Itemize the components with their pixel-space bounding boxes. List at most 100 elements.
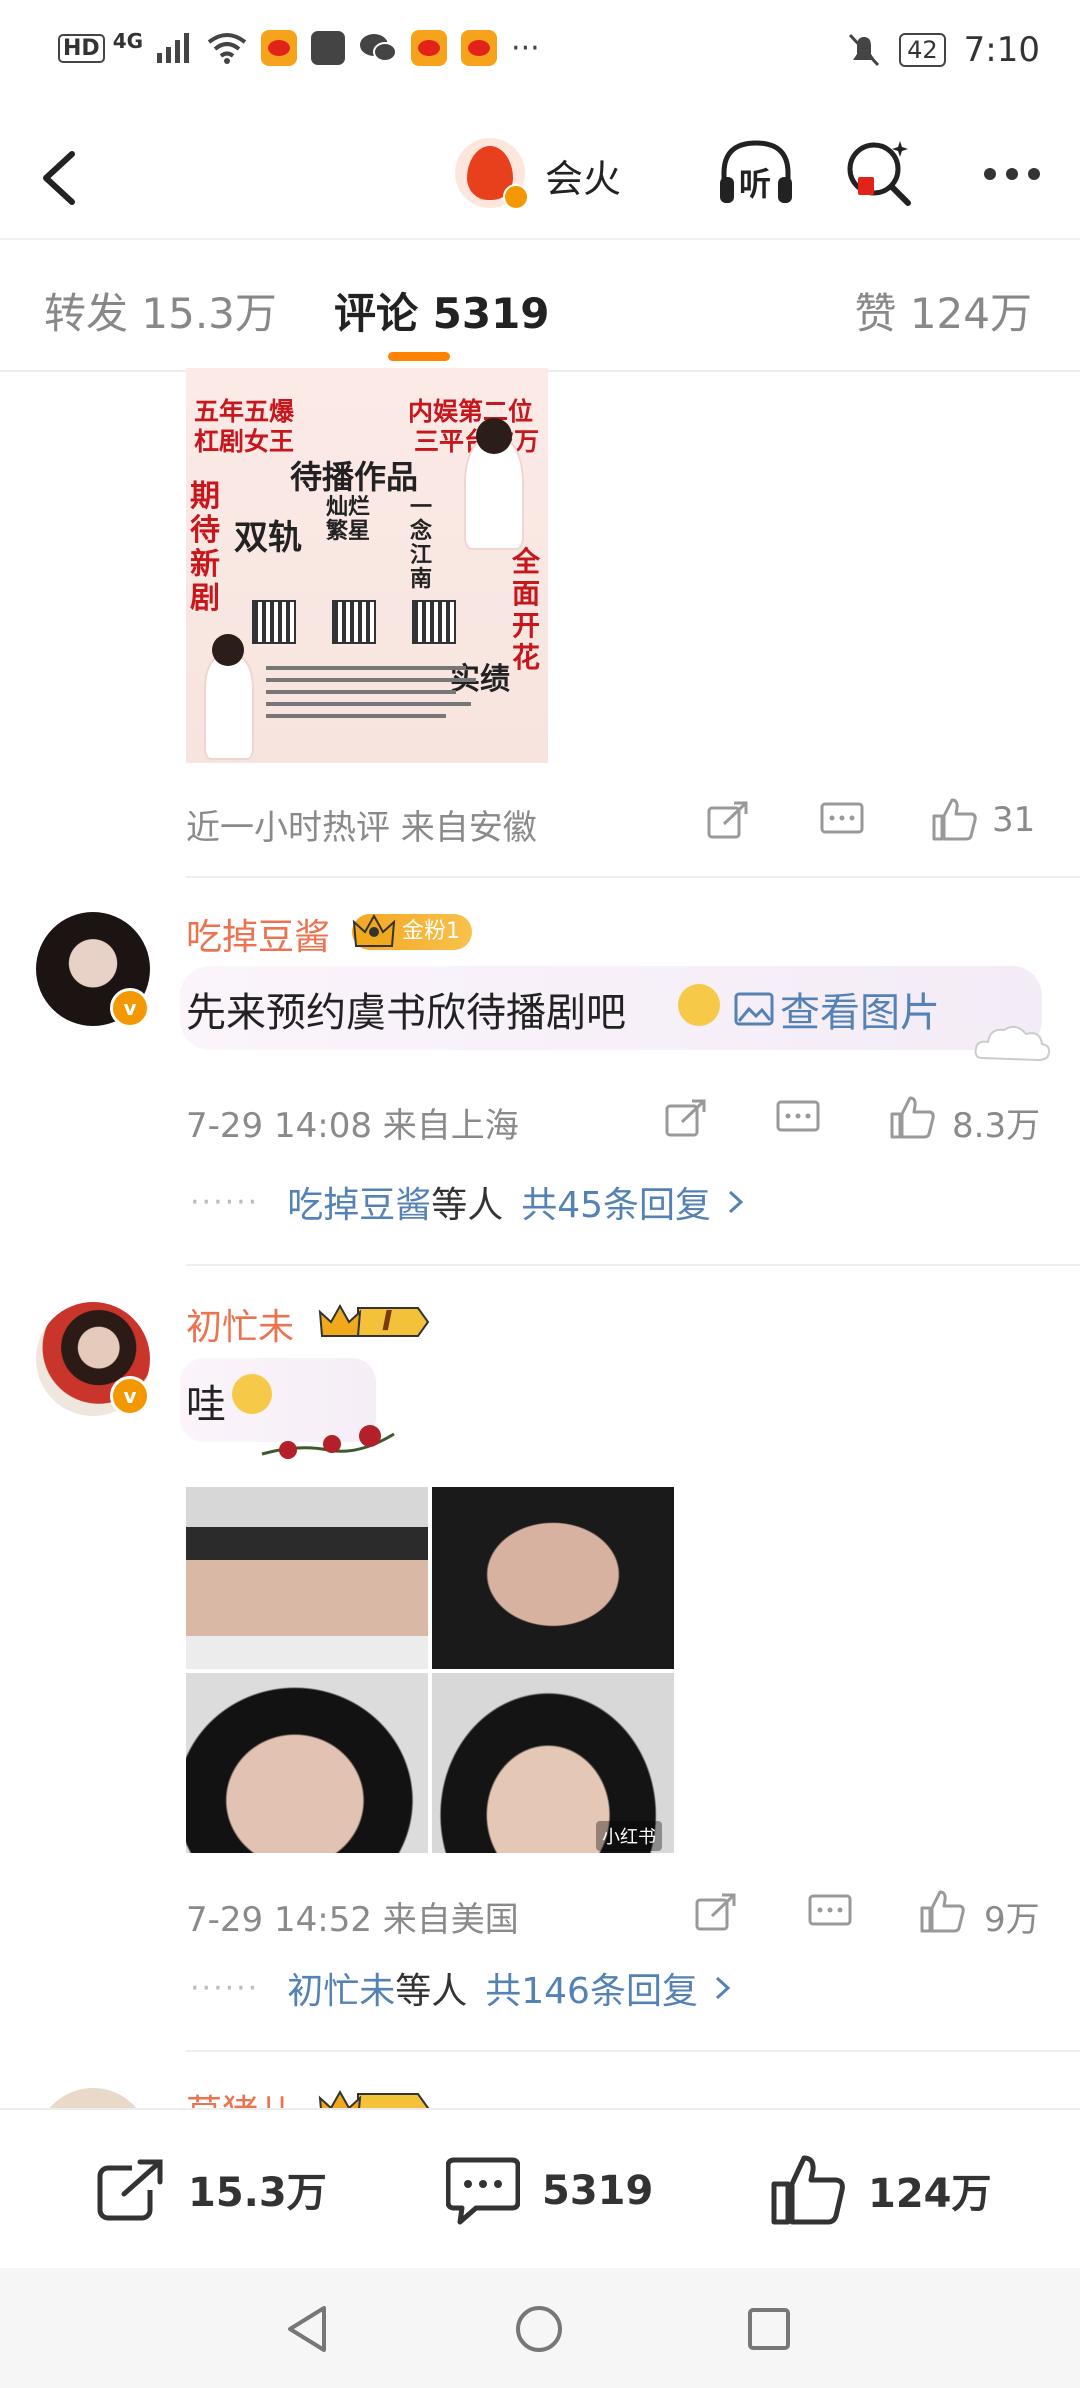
comment-meta: 7-29 14:52 来自美国	[186, 1900, 519, 1940]
like-count: 8.3万	[952, 1106, 1041, 1146]
reply-text: 等人	[395, 1971, 468, 2012]
search-icon	[847, 141, 911, 206]
meme-photo	[432, 1487, 674, 1669]
comment-icon	[446, 2157, 520, 2225]
reply-dots: ······	[190, 1184, 260, 1220]
poster-text: 全面开花	[512, 545, 541, 674]
reply-count: 共45条回复	[521, 1185, 712, 1226]
mute-bell-icon	[848, 33, 880, 67]
nav-back-icon[interactable]	[284, 2304, 330, 2354]
like-icon[interactable]	[918, 1888, 966, 1934]
meme-photo	[186, 1673, 428, 1853]
comment-icon[interactable]	[776, 1100, 820, 1140]
member-level: I	[382, 1304, 393, 1337]
wechat-icon	[360, 34, 398, 62]
comment-button[interactable]: 5319	[446, 2156, 653, 2226]
weibo-notification-icon	[461, 30, 498, 66]
more-options-button[interactable]	[984, 168, 1040, 180]
poster-work: 一念江南	[410, 495, 433, 592]
network-type: 4G	[112, 29, 144, 53]
emoji-icon	[232, 1374, 272, 1414]
poster-title: 待播作品	[290, 458, 419, 496]
qr-code	[412, 600, 456, 644]
poster-text: 期待新剧	[190, 479, 220, 616]
comment-count: 5319	[542, 2168, 654, 2214]
more-notifications-icon: ···	[511, 30, 540, 66]
divider	[186, 1264, 1080, 1266]
comment-meta: 近一小时热评 来自安徽	[186, 808, 537, 848]
back-arrow-icon[interactable]	[38, 148, 82, 208]
comment-icon[interactable]	[808, 1894, 852, 1934]
divider	[186, 876, 1080, 878]
repost-icon[interactable]	[694, 1892, 738, 1932]
nav-home-icon[interactable]	[514, 2304, 564, 2354]
repost-count: 15.3万	[188, 2170, 327, 2216]
weibo-notification-icon	[261, 30, 298, 66]
replies-link[interactable]: ······ 初忙未 等人 共146条回复	[190, 1962, 738, 2014]
comment-username[interactable]: 吃掉豆酱	[186, 908, 330, 960]
system-nav-bar	[0, 2268, 1080, 2388]
qr-code	[252, 600, 296, 644]
qr-code	[332, 600, 376, 644]
meme-photo	[186, 1487, 428, 1669]
poster-work: 灿烂繁星	[326, 495, 371, 544]
hd-indicator: HD	[58, 33, 105, 63]
battery-indicator: 42	[899, 33, 946, 67]
repost-button[interactable]: 15.3万	[96, 2156, 327, 2222]
status-right: 42 7:10	[847, 30, 1040, 70]
poster-figure	[466, 438, 522, 548]
divider	[186, 2050, 1080, 2052]
like-icon[interactable]	[930, 796, 978, 842]
like-count: 31	[992, 800, 1036, 840]
comment-username[interactable]: 初忙未	[186, 1298, 294, 1350]
reply-count: 共146条回复	[485, 1971, 698, 2012]
comment-text: 哇	[186, 1382, 226, 1428]
listen-label: 听	[739, 165, 772, 203]
cloud-decoration-icon	[974, 1025, 1051, 1062]
watermark-text: 小红书	[596, 1821, 662, 1851]
like-count: 124万	[868, 2171, 992, 2217]
poster-fine-print	[266, 658, 486, 748]
verified-badge-icon: v	[110, 988, 150, 1028]
chevron-right-icon	[729, 1190, 744, 1214]
like-button[interactable]: 124万	[770, 2154, 992, 2226]
tab-comments[interactable]: 评论 5319	[334, 280, 550, 341]
tab-likes[interactable]: 赞 124万	[854, 280, 1032, 341]
top-nav: 会火 听	[0, 108, 1080, 238]
crown-badge-icon	[318, 1303, 430, 1337]
search-button[interactable]	[840, 133, 920, 213]
comment-icon[interactable]	[820, 802, 864, 842]
comment-text: 先来预约虞书欣待播剧吧	[186, 990, 626, 1036]
clock: 7:10	[963, 30, 1040, 70]
nav-recents-icon[interactable]	[746, 2306, 792, 2352]
repost-icon[interactable]	[706, 800, 750, 840]
tab-reposts[interactable]: 转发 15.3万	[44, 280, 277, 341]
account-name[interactable]: 会火	[545, 148, 621, 203]
repost-icon[interactable]	[664, 1098, 708, 1138]
reply-user: 吃掉豆酱	[287, 1185, 432, 1226]
rose-decoration-icon	[261, 1425, 395, 1459]
comment-meta: 7-29 14:08 来自上海	[186, 1106, 519, 1146]
emoji-icon	[678, 984, 720, 1026]
view-image-link[interactable]: 查看图片	[734, 980, 940, 1038]
listen-button[interactable]: 听	[716, 133, 796, 213]
like-icon[interactable]	[888, 1094, 936, 1140]
poster-figure-head	[476, 418, 512, 454]
chevron-right-icon	[715, 1976, 731, 2000]
poster-figure-head	[212, 634, 244, 666]
poster-figure	[206, 658, 252, 758]
verified-badge-icon	[503, 184, 529, 210]
status-bar: HD 4G ··· 42 7:10	[0, 0, 1080, 108]
poster-work: 双轨	[234, 518, 302, 558]
signal-icon	[157, 33, 190, 63]
image-icon	[734, 992, 774, 1026]
comment-image-poster[interactable]: 五年五爆 杠剧女王 内娱第二位 三平台破万 待播作品 期待新剧 全面开花 双轨 …	[186, 368, 548, 763]
account-avatar[interactable]	[455, 138, 529, 210]
verified-badge-icon: v	[110, 1376, 150, 1416]
comment-image-grid[interactable]: 小红书	[186, 1487, 674, 1853]
weibo-notification-icon	[411, 30, 448, 66]
replies-link[interactable]: ······ 吃掉豆酱 等人 共45条回复	[190, 1176, 751, 1228]
repost-icon	[97, 2158, 164, 2221]
reply-text: 等人	[431, 1185, 504, 1226]
status-left: HD 4G ···	[58, 29, 540, 66]
